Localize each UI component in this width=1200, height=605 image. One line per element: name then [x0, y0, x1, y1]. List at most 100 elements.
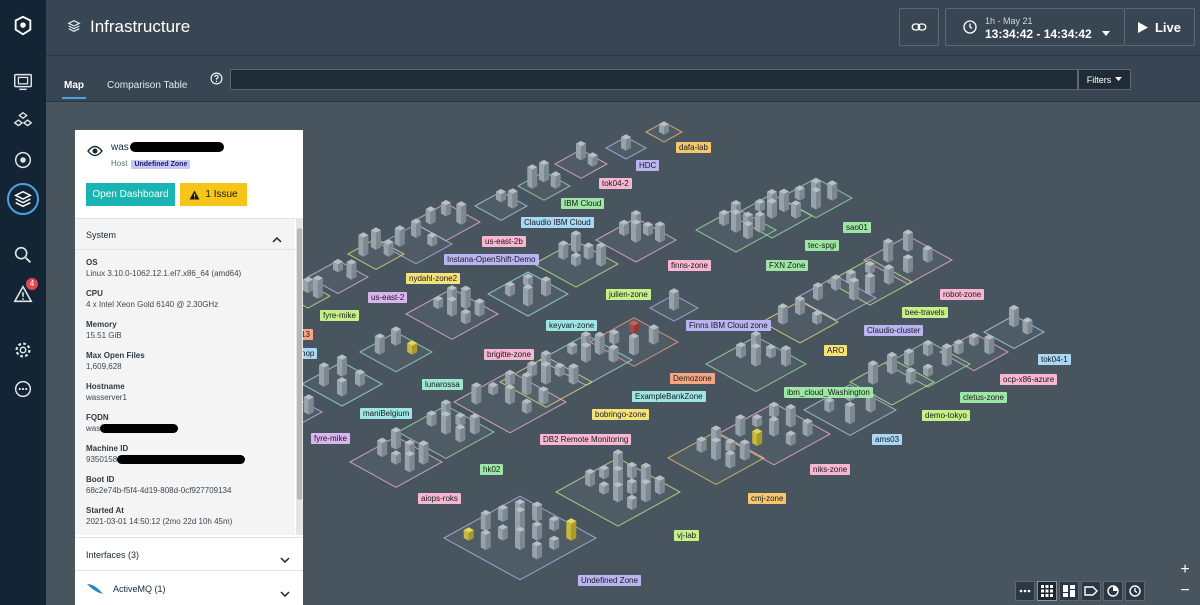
host-node[interactable] [904, 348, 915, 367]
zoom-out-button[interactable]: − [1176, 583, 1194, 601]
host-node[interactable] [425, 206, 436, 225]
host-node[interactable] [576, 140, 586, 161]
host-node[interactable] [845, 401, 855, 425]
host-node[interactable] [532, 501, 543, 522]
host-node[interactable] [568, 363, 579, 385]
events-warning-icon[interactable]: 4 [7, 278, 39, 310]
host-node[interactable] [752, 428, 763, 446]
host-node[interactable] [447, 296, 457, 317]
zone-label[interactable]: hk02 [480, 464, 504, 475]
live-button[interactable]: Live [1125, 8, 1195, 46]
host-node[interactable] [505, 369, 515, 387]
host-node[interactable] [791, 200, 801, 219]
host-node[interactable] [883, 238, 894, 263]
zone-label[interactable]: Instana-OpenShift-Demo [444, 254, 539, 265]
metric-view-button[interactable] [1103, 581, 1123, 601]
host-node[interactable] [903, 254, 913, 274]
zone-label[interactable]: us-east-2 [368, 292, 408, 303]
zone-label[interactable]: DB2 Remote Monitoring [540, 434, 632, 445]
zoom-in-button[interactable]: + [1176, 562, 1194, 580]
host-node[interactable] [654, 475, 665, 495]
host-node[interactable] [755, 211, 765, 233]
host-node[interactable] [496, 188, 506, 203]
host-node[interactable] [629, 320, 639, 334]
host-node[interactable] [455, 424, 466, 443]
host-node[interactable] [659, 121, 669, 135]
host-node[interactable] [460, 308, 471, 325]
host-node[interactable] [711, 437, 721, 461]
zone-plate[interactable] [300, 354, 384, 407]
host-node[interactable] [736, 342, 746, 359]
zone-label[interactable]: fyre-mike [320, 310, 359, 321]
host-node[interactable] [953, 339, 964, 355]
zone-plate[interactable] [358, 326, 434, 373]
zone-plate[interactable] [442, 495, 598, 581]
host-node[interactable] [456, 201, 467, 225]
zone-label[interactable]: vj-lab [674, 530, 700, 541]
host-node[interactable] [433, 295, 444, 310]
host-node[interactable] [669, 288, 679, 311]
host-node[interactable] [585, 468, 596, 488]
instana-logo-icon[interactable] [7, 10, 39, 42]
host-node[interactable] [523, 284, 533, 307]
host-node[interactable] [785, 404, 796, 428]
zone-label[interactable]: lunarossa [422, 379, 463, 390]
host-node[interactable] [781, 345, 791, 367]
zone-label[interactable]: ams03 [872, 434, 903, 445]
zone-plate[interactable] [604, 134, 648, 160]
panel-scrollbar[interactable] [296, 218, 303, 535]
host-node[interactable] [887, 351, 897, 375]
host-node[interactable] [374, 333, 385, 355]
host-node[interactable] [337, 377, 347, 397]
host-node[interactable] [441, 199, 451, 217]
host-node[interactable] [596, 242, 607, 267]
host-node[interactable] [655, 221, 665, 243]
host-node[interactable] [515, 526, 525, 551]
host-node[interactable] [541, 361, 551, 385]
zone-plate[interactable] [594, 210, 678, 263]
host-node[interactable] [794, 185, 805, 201]
host-node[interactable] [696, 436, 707, 453]
host-node[interactable] [769, 401, 779, 419]
host-node[interactable] [903, 229, 913, 252]
filters-button[interactable]: Filters [1078, 69, 1131, 90]
host-node[interactable] [391, 427, 401, 450]
system-section-header[interactable]: System [75, 219, 295, 250]
host-node[interactable] [371, 227, 381, 250]
zone-label[interactable]: ExampleBankZone [632, 391, 706, 402]
host-node[interactable] [474, 298, 485, 317]
zone-label[interactable]: FXN Zone [766, 260, 809, 271]
host-node[interactable] [394, 225, 405, 247]
host-node[interactable] [346, 259, 357, 280]
host-node[interactable] [303, 394, 314, 415]
help-icon[interactable] [210, 72, 223, 90]
host-node[interactable] [725, 450, 736, 469]
analytics-search-icon[interactable] [7, 239, 39, 271]
host-node[interactable] [587, 152, 598, 167]
host-node[interactable] [865, 260, 875, 275]
host-node[interactable] [469, 413, 480, 435]
zone-label[interactable]: bee-travels [902, 307, 948, 318]
zone-plate[interactable] [404, 285, 500, 340]
host-node[interactable] [594, 331, 605, 356]
host-node[interactable] [731, 209, 741, 233]
zone-label[interactable]: Demozone [670, 373, 715, 384]
host-node[interactable] [812, 310, 823, 325]
host-node[interactable] [608, 344, 619, 363]
host-node[interactable] [527, 164, 538, 189]
host-node[interactable] [521, 372, 532, 396]
interfaces-section-header[interactable]: Interfaces (3) [75, 537, 303, 571]
host-node[interactable] [571, 230, 581, 253]
host-node[interactable] [599, 481, 610, 495]
host-node[interactable] [719, 209, 729, 227]
zone-label[interactable]: Undefined Zone [578, 575, 641, 586]
host-node[interactable] [769, 416, 779, 437]
settings-gear-icon[interactable] [7, 334, 39, 366]
host-node[interactable] [619, 219, 629, 237]
zone-label[interactable]: IBM Cloud [561, 198, 605, 209]
host-node[interactable] [497, 524, 508, 541]
host-node[interactable] [581, 342, 591, 363]
host-node[interactable] [599, 464, 610, 480]
label-toggle-button[interactable] [1081, 581, 1101, 601]
zone-label[interactable]: niks-zone [810, 464, 851, 475]
